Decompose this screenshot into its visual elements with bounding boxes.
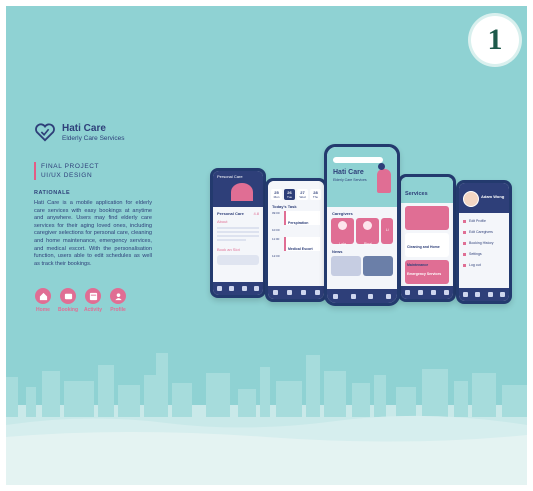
avatar [463,191,479,207]
project-label: FINAL PROJECT UI/UX DESIGN [34,162,99,180]
task-row: 10:00 [272,228,280,232]
home-title: Hati Care [333,169,364,176]
news-card[interactable] [363,256,393,276]
phone-bottom-nav [327,289,397,303]
home-icon [39,292,47,300]
caregiver-card[interactable]: Li [381,218,393,244]
caregivers-heading: Caregivers [332,211,353,216]
number-badge: 1 [471,16,519,64]
news-card[interactable] [331,256,361,276]
menu-item[interactable]: Booking History [463,241,505,245]
date-chip[interactable]: 25 Mon [271,189,282,200]
profile-name: Adam Wong [481,194,505,199]
poster-frame: 1 Hati Care Elderly Care Services FINAL … [6,6,527,485]
task-row: 12:00 [272,254,280,258]
news-cards [327,256,397,276]
phone-home: Hati Care Elderly Care Services Caregive… [324,144,400,306]
brand-name: Hati Care [62,122,106,134]
city-skyline [6,353,527,485]
phone-schedule: 25 Mon 26 Tue 27 Wed 28 Thu Today's Task 09:… [265,178,327,302]
nav-booking-label: Booking [58,307,78,313]
date-chip[interactable]: 28 Thu [310,189,321,200]
phone-bottom-nav [213,282,263,295]
date-chip-selected[interactable]: 26 Tue [284,189,295,200]
activity-icon [89,292,97,300]
menu-item[interactable]: Edit Profile [463,219,505,223]
search-bar[interactable] [333,157,383,163]
profile-screen: Adam Wong Edit Profile Edit Caregivers B… [459,183,509,301]
date-chip[interactable]: 27 Wed [297,189,308,200]
service-card[interactable]: Cleaning and Home Maintenance [405,233,449,267]
personal-care-screen: Personal Care Personal Care 4.8 About Bo… [213,171,263,295]
personal-care-title: Personal Care [217,211,244,216]
rationale-text: Hati Care is a mobile application for el… [34,200,152,267]
service-card[interactable] [405,206,449,230]
phone-profile: Adam Wong Edit Profile Edit Caregivers B… [456,180,512,304]
phone-services: Services Cleaning and Home Maintenance E… [398,174,456,302]
nav-activity[interactable]: Activity [84,288,102,313]
caregiver-card[interactable]: Rinai [356,218,380,246]
phone-bottom-nav [459,288,509,301]
feature-nav: Home Booking Activity Profile [34,288,127,313]
menu-item[interactable]: Settings [463,252,505,256]
brand-tagline: Elderly Care Services [62,134,125,142]
nav-activity-label: Activity [83,307,103,313]
personal-care-header: Personal Care [217,174,243,179]
profile-icon [114,292,122,300]
book-slot-label: Book an Slot [217,247,240,252]
service-card[interactable]: Emergency Services [405,260,449,284]
task-row[interactable]: 09:00 Perspiration [272,211,320,225]
caregiver-card[interactable]: Lola [331,218,355,246]
caregiver-cards: Lola Rinai Li [327,218,397,246]
schedule-screen: 25 Mon 26 Tue 27 Wed 28 Thu Today's Task 09:… [268,181,324,299]
heart-logo-icon [35,123,55,142]
booking-icon [64,293,72,299]
nav-profile[interactable]: Profile [109,288,127,313]
nav-home[interactable]: Home [34,288,52,313]
home-screen: Hati Care Elderly Care Services Caregive… [327,147,397,303]
phone-personal-care: Personal Care Personal Care 4.8 About Bo… [210,168,266,298]
badge-number: 1 [487,23,503,56]
profile-menu: Edit Profile Edit Caregivers Booking His… [459,213,509,273]
home-subtitle: Elderly Care Services [333,178,367,182]
rating-value: 4.8 [253,211,259,216]
services-screen: Services Cleaning and Home Maintenance E… [401,177,453,299]
brand-block: Hati Care Elderly Care Services [34,122,125,142]
nav-home-label: Home [36,307,50,313]
phone-bottom-nav [268,286,324,299]
date-strip: 25 Mon 26 Tue 27 Wed 28 Thu [268,189,324,200]
menu-item[interactable]: Log out [463,263,505,267]
task-list: 09:00 Perspiration 10:00 11:00 Medical E… [268,211,324,258]
slot-picker[interactable] [217,255,259,265]
todays-task-title: Today's Task [272,204,297,209]
about-label: About [217,219,228,224]
project-line-2: UI/UX DESIGN [41,172,93,179]
task-row[interactable]: 11:00 Medical Escort [272,237,320,251]
rationale-heading: RATIONALE [34,190,71,196]
services-title: Services [405,191,428,197]
nav-profile-label: Profile [110,307,126,313]
project-line-1: FINAL PROJECT [41,163,100,170]
menu-item[interactable]: Edit Caregivers [463,230,505,234]
phone-bottom-nav [401,286,453,299]
nav-booking[interactable]: Booking [58,288,78,313]
